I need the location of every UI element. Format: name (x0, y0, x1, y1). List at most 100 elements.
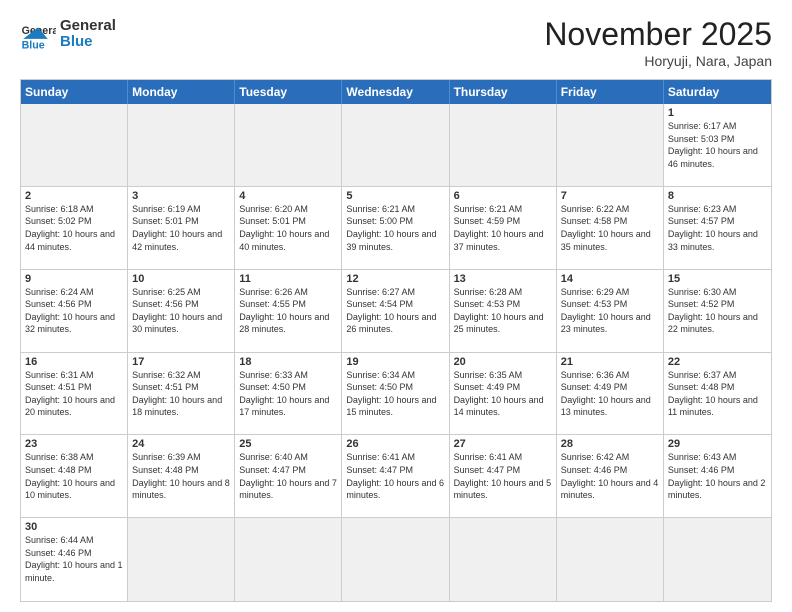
calendar-cell-6: 6Sunrise: 6:21 AM Sunset: 4:59 PM Daylig… (450, 187, 557, 270)
day-header-wednesday: Wednesday (342, 80, 449, 104)
calendar-cell-empty (557, 104, 664, 187)
calendar-cell-empty (557, 518, 664, 601)
cell-info: Sunrise: 6:37 AM Sunset: 4:48 PM Dayligh… (668, 369, 767, 419)
day-header-tuesday: Tuesday (235, 80, 342, 104)
cell-date-number: 6 (454, 190, 552, 202)
cell-info: Sunrise: 6:21 AM Sunset: 4:59 PM Dayligh… (454, 203, 552, 253)
calendar-cell-26: 26Sunrise: 6:41 AM Sunset: 4:47 PM Dayli… (342, 435, 449, 518)
cell-info: Sunrise: 6:21 AM Sunset: 5:00 PM Dayligh… (346, 203, 444, 253)
cell-info: Sunrise: 6:24 AM Sunset: 4:56 PM Dayligh… (25, 286, 123, 336)
logo-icon: General Blue (20, 16, 56, 52)
calendar-cell-22: 22Sunrise: 6:37 AM Sunset: 4:48 PM Dayli… (664, 353, 771, 436)
cell-date-number: 7 (561, 190, 659, 202)
location: Horyuji, Nara, Japan (544, 53, 772, 69)
calendar-cell-empty (128, 518, 235, 601)
calendar-cell-28: 28Sunrise: 6:42 AM Sunset: 4:46 PM Dayli… (557, 435, 664, 518)
calendar-cell-24: 24Sunrise: 6:39 AM Sunset: 4:48 PM Dayli… (128, 435, 235, 518)
calendar-cell-29: 29Sunrise: 6:43 AM Sunset: 4:46 PM Dayli… (664, 435, 771, 518)
cell-date-number: 14 (561, 273, 659, 285)
cell-info: Sunrise: 6:22 AM Sunset: 4:58 PM Dayligh… (561, 203, 659, 253)
calendar-cell-20: 20Sunrise: 6:35 AM Sunset: 4:49 PM Dayli… (450, 353, 557, 436)
calendar-grid: 1Sunrise: 6:17 AM Sunset: 5:03 PM Daylig… (21, 104, 771, 601)
cell-info: Sunrise: 6:19 AM Sunset: 5:01 PM Dayligh… (132, 203, 230, 253)
cell-info: Sunrise: 6:32 AM Sunset: 4:51 PM Dayligh… (132, 369, 230, 419)
cell-info: Sunrise: 6:35 AM Sunset: 4:49 PM Dayligh… (454, 369, 552, 419)
cell-date-number: 11 (239, 273, 337, 285)
cell-date-number: 28 (561, 438, 659, 450)
header: General Blue General Blue November 2025 … (20, 16, 772, 69)
calendar-cell-empty (342, 104, 449, 187)
cell-info: Sunrise: 6:29 AM Sunset: 4:53 PM Dayligh… (561, 286, 659, 336)
cell-info: Sunrise: 6:41 AM Sunset: 4:47 PM Dayligh… (454, 451, 552, 501)
cell-info: Sunrise: 6:41 AM Sunset: 4:47 PM Dayligh… (346, 451, 444, 501)
calendar-cell-empty (128, 104, 235, 187)
cell-date-number: 13 (454, 273, 552, 285)
cell-info: Sunrise: 6:17 AM Sunset: 5:03 PM Dayligh… (668, 120, 767, 170)
cell-date-number: 9 (25, 273, 123, 285)
calendar-cell-empty (235, 104, 342, 187)
calendar-cell-13: 13Sunrise: 6:28 AM Sunset: 4:53 PM Dayli… (450, 270, 557, 353)
calendar-cell-2: 2Sunrise: 6:18 AM Sunset: 5:02 PM Daylig… (21, 187, 128, 270)
calendar-cell-12: 12Sunrise: 6:27 AM Sunset: 4:54 PM Dayli… (342, 270, 449, 353)
cell-date-number: 23 (25, 438, 123, 450)
cell-info: Sunrise: 6:42 AM Sunset: 4:46 PM Dayligh… (561, 451, 659, 501)
cell-date-number: 8 (668, 190, 767, 202)
cell-date-number: 20 (454, 356, 552, 368)
cell-date-number: 16 (25, 356, 123, 368)
calendar-cell-empty (664, 518, 771, 601)
cell-info: Sunrise: 6:20 AM Sunset: 5:01 PM Dayligh… (239, 203, 337, 253)
calendar-cell-4: 4Sunrise: 6:20 AM Sunset: 5:01 PM Daylig… (235, 187, 342, 270)
cell-date-number: 1 (668, 107, 767, 119)
day-header-sunday: Sunday (21, 80, 128, 104)
calendar-cell-8: 8Sunrise: 6:23 AM Sunset: 4:57 PM Daylig… (664, 187, 771, 270)
cell-info: Sunrise: 6:28 AM Sunset: 4:53 PM Dayligh… (454, 286, 552, 336)
cell-date-number: 25 (239, 438, 337, 450)
calendar-cell-1: 1Sunrise: 6:17 AM Sunset: 5:03 PM Daylig… (664, 104, 771, 187)
calendar-cell-empty (21, 104, 128, 187)
calendar-cell-18: 18Sunrise: 6:33 AM Sunset: 4:50 PM Dayli… (235, 353, 342, 436)
cell-date-number: 18 (239, 356, 337, 368)
calendar-cell-30: 30Sunrise: 6:44 AM Sunset: 4:46 PM Dayli… (21, 518, 128, 601)
cell-info: Sunrise: 6:44 AM Sunset: 4:46 PM Dayligh… (25, 534, 123, 584)
cell-date-number: 19 (346, 356, 444, 368)
calendar-cell-17: 17Sunrise: 6:32 AM Sunset: 4:51 PM Dayli… (128, 353, 235, 436)
cell-date-number: 29 (668, 438, 767, 450)
cell-date-number: 17 (132, 356, 230, 368)
calendar-cell-15: 15Sunrise: 6:30 AM Sunset: 4:52 PM Dayli… (664, 270, 771, 353)
calendar-cell-9: 9Sunrise: 6:24 AM Sunset: 4:56 PM Daylig… (21, 270, 128, 353)
cell-date-number: 12 (346, 273, 444, 285)
title-block: November 2025 Horyuji, Nara, Japan (544, 16, 772, 69)
cell-info: Sunrise: 6:36 AM Sunset: 4:49 PM Dayligh… (561, 369, 659, 419)
calendar-cell-21: 21Sunrise: 6:36 AM Sunset: 4:49 PM Dayli… (557, 353, 664, 436)
cell-info: Sunrise: 6:31 AM Sunset: 4:51 PM Dayligh… (25, 369, 123, 419)
cell-date-number: 22 (668, 356, 767, 368)
calendar-cell-5: 5Sunrise: 6:21 AM Sunset: 5:00 PM Daylig… (342, 187, 449, 270)
cell-info: Sunrise: 6:18 AM Sunset: 5:02 PM Dayligh… (25, 203, 123, 253)
calendar-cell-empty (235, 518, 342, 601)
cell-date-number: 27 (454, 438, 552, 450)
logo-general-text: General (60, 18, 116, 35)
cell-info: Sunrise: 6:38 AM Sunset: 4:48 PM Dayligh… (25, 451, 123, 501)
calendar-cell-25: 25Sunrise: 6:40 AM Sunset: 4:47 PM Dayli… (235, 435, 342, 518)
calendar-cell-7: 7Sunrise: 6:22 AM Sunset: 4:58 PM Daylig… (557, 187, 664, 270)
cell-info: Sunrise: 6:43 AM Sunset: 4:46 PM Dayligh… (668, 451, 767, 501)
cell-date-number: 2 (25, 190, 123, 202)
calendar-cell-empty (450, 104, 557, 187)
calendar-cell-empty (342, 518, 449, 601)
page: General Blue General Blue November 2025 … (0, 0, 792, 612)
calendar-cell-23: 23Sunrise: 6:38 AM Sunset: 4:48 PM Dayli… (21, 435, 128, 518)
cell-date-number: 21 (561, 356, 659, 368)
cell-info: Sunrise: 6:40 AM Sunset: 4:47 PM Dayligh… (239, 451, 337, 501)
cell-date-number: 3 (132, 190, 230, 202)
calendar-cell-27: 27Sunrise: 6:41 AM Sunset: 4:47 PM Dayli… (450, 435, 557, 518)
cell-date-number: 24 (132, 438, 230, 450)
cell-info: Sunrise: 6:23 AM Sunset: 4:57 PM Dayligh… (668, 203, 767, 253)
cell-info: Sunrise: 6:33 AM Sunset: 4:50 PM Dayligh… (239, 369, 337, 419)
day-header-friday: Friday (557, 80, 664, 104)
cell-date-number: 30 (25, 521, 123, 533)
cell-date-number: 26 (346, 438, 444, 450)
cell-info: Sunrise: 6:30 AM Sunset: 4:52 PM Dayligh… (668, 286, 767, 336)
cell-info: Sunrise: 6:25 AM Sunset: 4:56 PM Dayligh… (132, 286, 230, 336)
calendar-cell-14: 14Sunrise: 6:29 AM Sunset: 4:53 PM Dayli… (557, 270, 664, 353)
day-header-monday: Monday (128, 80, 235, 104)
